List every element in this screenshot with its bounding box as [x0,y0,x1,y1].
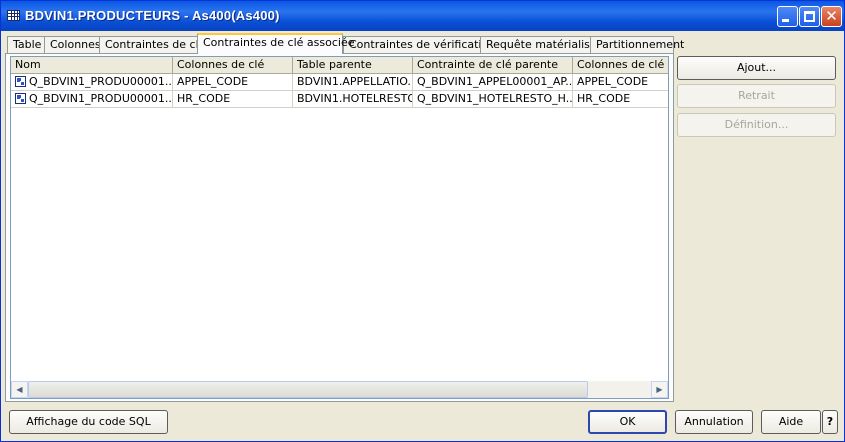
table-icon [7,10,20,21]
cell-text: Q_BDVIN1_PRODU00001... [29,92,173,105]
definition-button[interactable]: Définition... [677,113,836,137]
column-header-contrainte-parente[interactable]: Contrainte de clé parente [413,57,573,74]
help-button[interactable]: Aide [761,410,821,434]
close-icon: ✕ [825,7,838,25]
tab-contraintes-cle-associee[interactable]: Contraintes de clé associée [197,33,354,54]
cell-table-parente: BDVIN1.HOTELRESTO [293,91,413,108]
minimize-button[interactable] [777,6,798,27]
cell-colonnes-cle-parente: APPEL_CODE [573,74,668,91]
maximize-icon [804,11,815,22]
constraint-icon [15,76,26,87]
tab-label: Table [13,38,42,51]
horizontal-scrollbar[interactable]: ◀ ▶ [11,381,668,398]
dialog-window: BDVIN1.PRODUCTEURS - As400(As400) ✕ Tabl… [0,0,845,442]
tab-label: Contraintes de vérification [349,38,496,51]
maximize-button[interactable] [799,6,820,27]
cancel-button[interactable]: Annulation [675,410,753,434]
tab-label: Requête matérialisée [486,38,604,51]
cell-nom: Q_BDVIN1_PRODU00001... [11,91,173,108]
foreign-key-table[interactable]: Nom Colonnes de clé Table parente Contra… [10,56,669,399]
tab-contraintes-cle[interactable]: Contraintes de clé [99,36,205,53]
minimize-icon [782,19,789,22]
title-bar[interactable]: BDVIN1.PRODUCTEURS - As400(As400) ✕ [1,1,844,31]
cell-contrainte-parente: Q_BDVIN1_HOTELRESTO_H... [413,91,573,108]
column-header-nom[interactable]: Nom [11,57,173,74]
scroll-right-button[interactable]: ▶ [651,381,668,398]
cell-nom: Q_BDVIN1_PRODU00001... [11,74,173,91]
tab-label: Colonnes [50,38,101,51]
tab-label: Partitionnement [596,38,685,51]
tab-partitionnement[interactable]: Partitionnement [590,36,684,53]
cell-table-parente: BDVIN1.APPELLATIO... [293,74,413,91]
add-button[interactable]: Ajout... [677,56,836,80]
whats-this-button[interactable]: ? [822,410,838,434]
cell-colonnes-cle-parente: HR_CODE [573,91,668,108]
column-header-colonnes-cle-parente[interactable]: Colonnes de clé pa [573,57,668,74]
tab-label: Contraintes de clé associée [203,36,355,49]
remove-button[interactable]: Retrait [677,84,836,108]
show-sql-button[interactable]: Affichage du code SQL [9,410,168,434]
tab-colonnes[interactable]: Colonnes [44,36,101,53]
column-header-colonnes-cle[interactable]: Colonnes de clé [173,57,293,74]
ok-button[interactable]: OK [588,410,667,434]
scroll-left-button[interactable]: ◀ [11,381,28,398]
constraint-icon [15,93,26,104]
cell-colonnes-cle: APPEL_CODE [173,74,293,91]
scrollbar-thumb[interactable] [28,381,588,398]
cell-contrainte-parente: Q_BDVIN1_APPEL00001_AP... [413,74,573,91]
cell-colonnes-cle: HR_CODE [173,91,293,108]
window-title: BDVIN1.PRODUCTEURS - As400(As400) [25,8,280,23]
column-header-table-parente[interactable]: Table parente [293,57,413,74]
close-button[interactable]: ✕ [821,6,842,27]
tab-contraintes-verification[interactable]: Contraintes de vérification [343,36,495,53]
tab-label: Contraintes de clé [105,38,206,51]
tab-table[interactable]: Table [7,36,45,53]
cell-text: Q_BDVIN1_PRODU00001... [29,75,173,88]
tab-requete-materialisee[interactable]: Requête matérialisée [480,36,603,53]
